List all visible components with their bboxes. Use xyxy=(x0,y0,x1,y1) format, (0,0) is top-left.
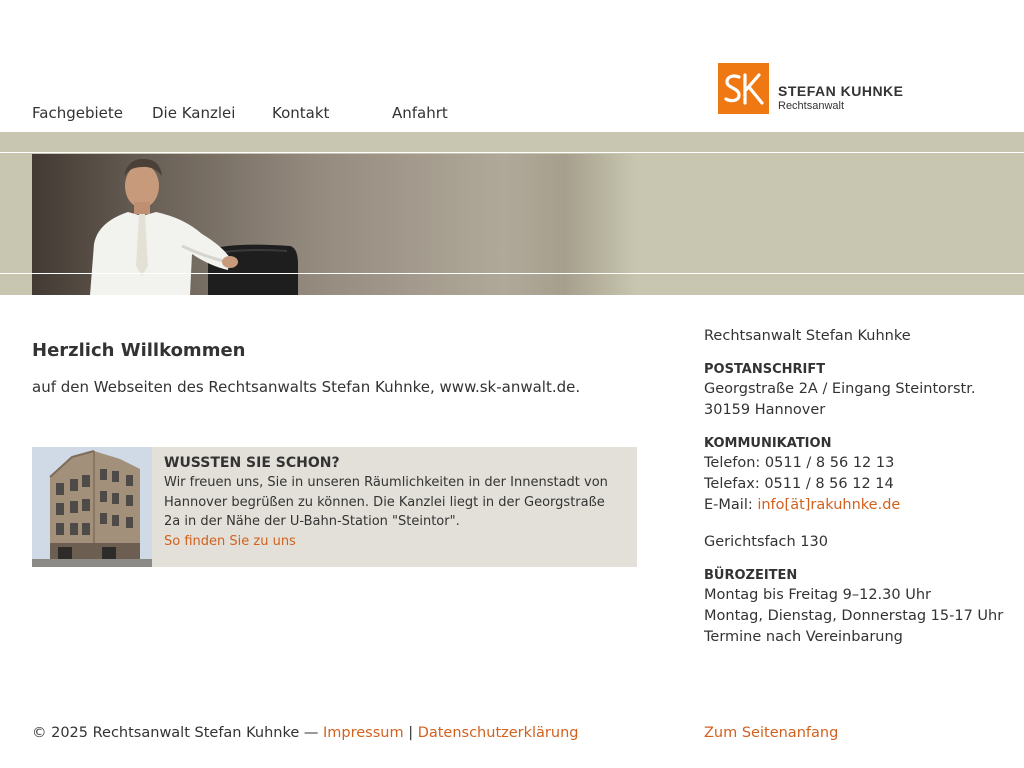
nav-item-kontakt[interactable]: Kontakt xyxy=(272,104,329,122)
banner-divider xyxy=(0,152,1024,153)
email-label: E-Mail: xyxy=(704,497,753,513)
email-link[interactable]: info[ät]rakuhnke.de xyxy=(757,497,900,513)
did-you-know-title: WUSSTEN SIE SCHON? xyxy=(164,455,340,471)
nav-item-anfahrt[interactable]: Anfahrt xyxy=(392,104,448,122)
footer-separator: | xyxy=(408,725,414,741)
email-row: E-Mail: info[ät]rakuhnke.de xyxy=(704,495,1004,516)
building-photo xyxy=(32,447,152,567)
office-hours-heading: BÜROZEITEN xyxy=(704,568,798,583)
logo-subtitle: Rechtsanwalt xyxy=(778,100,845,112)
contact-sidebar: Rechtsanwalt Stefan Kuhnke POSTANSCHRIFT… xyxy=(704,326,1004,648)
did-you-know-text: Wir freuen uns, Sie in unseren Räumlichk… xyxy=(164,475,608,529)
address-line: 30159 Hannover xyxy=(704,402,826,418)
office-hours-line: Termine nach Vereinbarung xyxy=(704,629,903,645)
address-line: Georgstraße 2A / Eingang Steintorstr. xyxy=(704,381,976,397)
header-banner xyxy=(0,132,1024,295)
logo-name: STEFAN KUHNKE xyxy=(778,83,904,99)
office-hours-line: Montag, Dienstag, Donnerstag 15-17 Uhr xyxy=(704,608,1004,624)
sidebar-name: Rechtsanwalt Stefan Kuhnke xyxy=(704,328,911,344)
phone-number: Telefon: 0511 / 8 56 12 13 xyxy=(704,455,895,471)
privacy-link[interactable]: Datenschutzerklärung xyxy=(418,725,579,741)
footer: © 2025 Rechtsanwalt Stefan Kuhnke — Impr… xyxy=(32,725,578,741)
communication-heading: KOMMUNIKATION xyxy=(704,436,832,451)
nav-item-fachgebiete[interactable]: Fachgebiete xyxy=(32,104,123,122)
address-heading: POSTANSCHRIFT xyxy=(704,362,826,377)
page-title: Herzlich Willkommen xyxy=(32,340,246,361)
office-hours-line: Montag bis Freitag 9–12.30 Uhr xyxy=(704,587,931,603)
nav-item-die-kanzlei[interactable]: Die Kanzlei xyxy=(152,104,235,122)
intro-text: auf den Webseiten des Rechtsanwalts Stef… xyxy=(32,378,581,396)
did-you-know-content: WUSSTEN SIE SCHON? Wir freuen uns, Sie i… xyxy=(164,455,624,551)
back-to-top-link[interactable]: Zum Seitenanfang xyxy=(704,725,838,741)
directions-link[interactable]: So finden Sie zu uns xyxy=(164,532,624,552)
fax-number: Telefax: 0511 / 8 56 12 14 xyxy=(704,476,894,492)
logo-mark-icon xyxy=(718,63,769,114)
did-you-know-box: WUSSTEN SIE SCHON? Wir freuen uns, Sie i… xyxy=(32,447,637,567)
banner-divider xyxy=(0,273,1024,274)
impressum-link[interactable]: Impressum xyxy=(323,725,404,741)
court-box: Gerichtsfach 130 xyxy=(704,534,828,550)
copyright-text: © 2025 Rechtsanwalt Stefan Kuhnke — xyxy=(32,725,319,741)
